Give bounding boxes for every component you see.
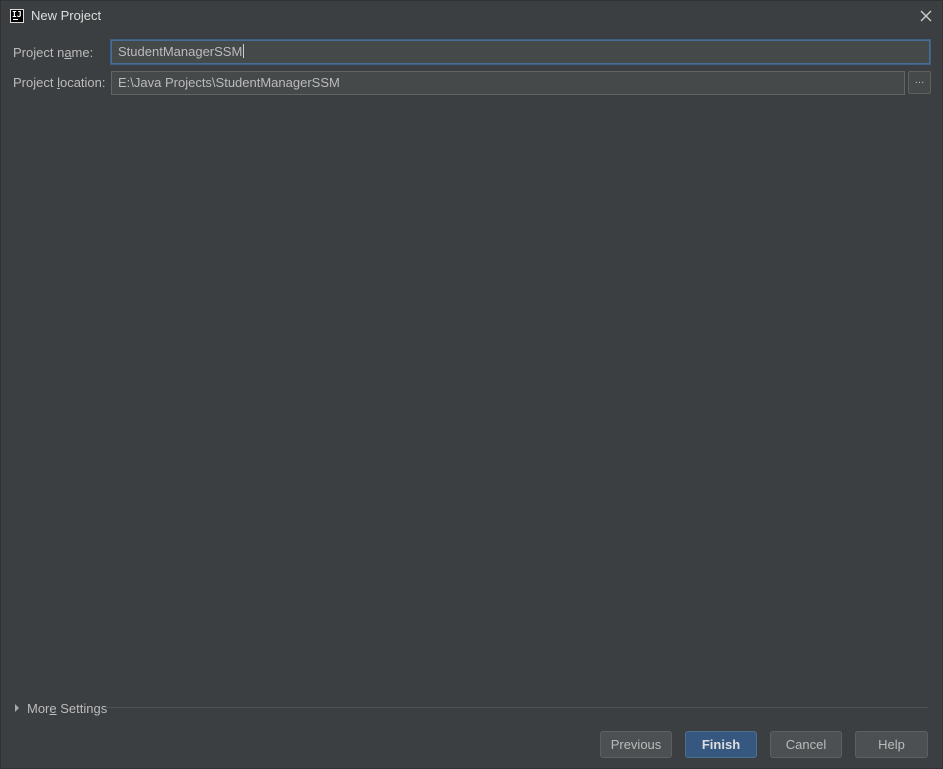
window-title: New Project (31, 8, 102, 23)
project-name-value: StudentManagerSSM (118, 44, 243, 59)
finish-button[interactable]: Finish (685, 731, 757, 758)
title-bar: IJ New Project (1, 1, 942, 31)
project-location-input[interactable]: E:\Java Projects\StudentManagerSSM (111, 71, 905, 95)
project-name-input[interactable]: StudentManagerSSM (111, 40, 930, 64)
close-icon (920, 10, 932, 22)
triangle-right-icon (15, 704, 19, 712)
more-settings-toggle[interactable]: More Settings (13, 700, 107, 716)
previous-button[interactable]: Previous (600, 731, 672, 758)
new-project-dialog: IJ New Project Project name: StudentMana… (0, 0, 943, 769)
project-location-label: Project location: (13, 75, 106, 90)
text-caret (243, 44, 245, 58)
intellij-idea-icon: IJ (10, 9, 24, 23)
app-icon-text: IJ (12, 10, 22, 19)
separator (105, 707, 928, 708)
help-button[interactable]: Help (855, 731, 928, 758)
close-button[interactable] (916, 6, 936, 26)
project-name-label: Project name: (13, 45, 94, 60)
cancel-button[interactable]: Cancel (770, 731, 842, 758)
browse-location-button[interactable]: ... (908, 71, 931, 94)
more-settings-label: More Settings (27, 700, 108, 716)
project-location-value: E:\Java Projects\StudentManagerSSM (118, 75, 340, 90)
